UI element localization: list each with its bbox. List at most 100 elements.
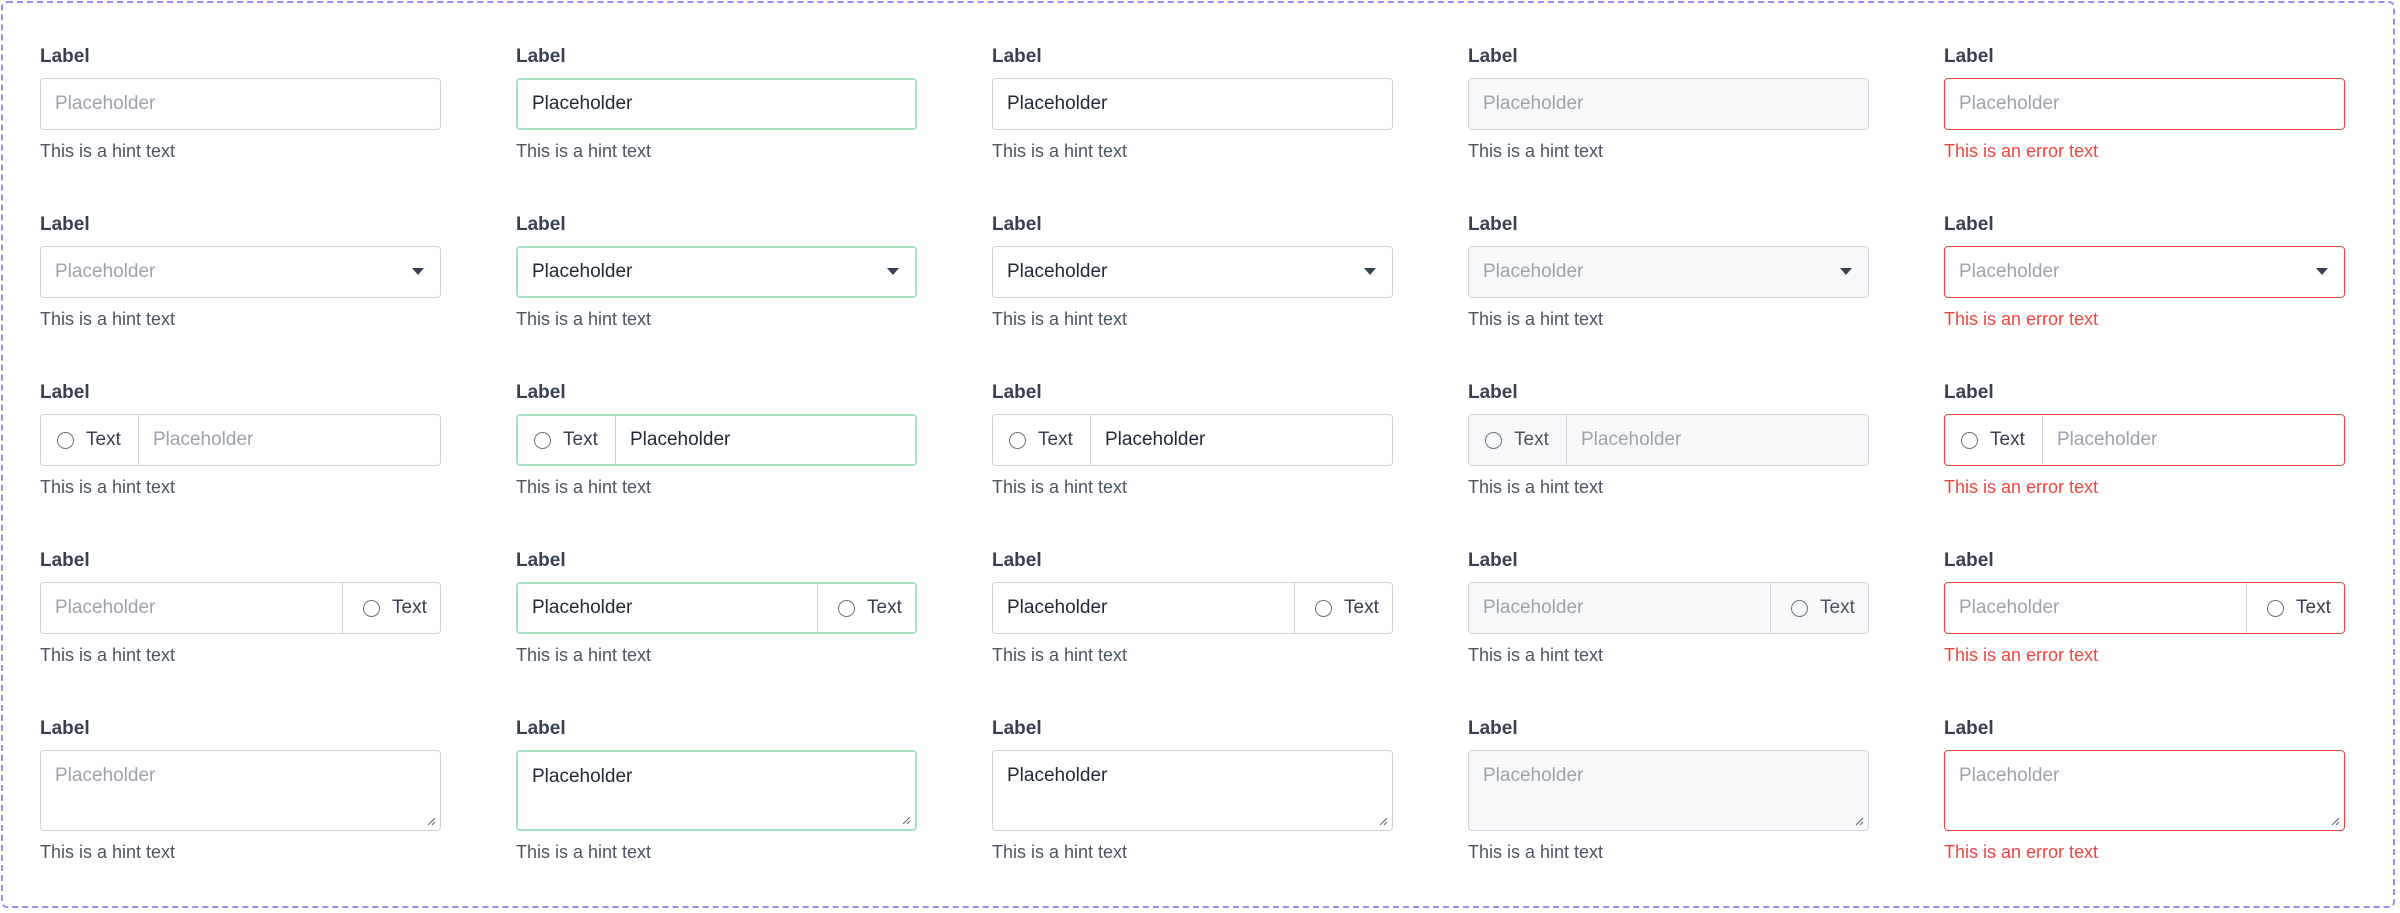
hint-text: This is a hint text: [1468, 141, 1604, 161]
select-error: Label Placeholder This is an error text: [1944, 210, 2345, 378]
input-placeholder[interactable]: Placeholder: [1091, 429, 1392, 451]
radio-icon: [838, 599, 855, 617]
resize-handle-icon[interactable]: [426, 816, 436, 826]
chevron-down-icon: [2316, 268, 2328, 275]
text-input-disabled: Label Placeholder This is a hint text: [1468, 42, 1869, 210]
leading-addon-default: Label Text Placeholder This is a hint te…: [40, 378, 441, 546]
leading-addon-error: Label Text Placeholder This is an error …: [1944, 378, 2345, 546]
input-placeholder: Placeholder: [532, 93, 633, 114]
hint-text: This is a hint text: [40, 141, 176, 161]
leading-radio-addon[interactable]: Text: [518, 416, 616, 464]
addon-label: Text: [563, 429, 598, 450]
addon-input: Text Placeholder: [992, 414, 1393, 466]
trailing-addon-focus: Label Placeholder Text This is a hint te…: [516, 546, 917, 714]
radio-icon: [2267, 599, 2284, 617]
select-input[interactable]: Placeholder: [40, 246, 441, 298]
select-input[interactable]: Placeholder: [992, 246, 1393, 298]
error-text: This is an error text: [1944, 477, 2099, 497]
text-input[interactable]: Placeholder: [516, 78, 917, 130]
textarea: Placeholder: [1468, 750, 1869, 831]
text-input[interactable]: Placeholder: [1944, 78, 2345, 130]
field-label: Label: [516, 382, 566, 403]
addon-label: Text: [392, 597, 427, 618]
text-input: Placeholder: [1468, 78, 1869, 130]
field-label: Label: [516, 718, 566, 739]
input-placeholder[interactable]: Placeholder: [616, 429, 915, 451]
field-label: Label: [40, 382, 90, 403]
textarea[interactable]: Placeholder: [516, 750, 917, 831]
trailing-radio-addon: Text: [1770, 583, 1868, 633]
textarea-disabled: Label Placeholder This is a hint text: [1468, 714, 1869, 882]
input-placeholder[interactable]: Placeholder: [993, 597, 1294, 619]
error-text: This is an error text: [1944, 309, 2099, 329]
input-placeholder: Placeholder: [55, 93, 156, 114]
hint-text: This is a hint text: [516, 842, 652, 862]
text-input-error: Label Placeholder This is an error text: [1944, 42, 2345, 210]
input-placeholder[interactable]: Placeholder: [1945, 597, 2246, 619]
trailing-radio-addon[interactable]: Text: [2246, 583, 2344, 633]
leading-radio-addon[interactable]: Text: [41, 415, 139, 465]
field-label: Label: [1468, 382, 1518, 403]
hint-text: This is a hint text: [992, 645, 1128, 665]
trailing-radio-addon[interactable]: Text: [1294, 583, 1392, 633]
text-input[interactable]: Placeholder: [40, 78, 441, 130]
textarea-default: Label Placeholder This is a hint text: [40, 714, 441, 882]
field-label: Label: [1468, 46, 1518, 67]
textarea[interactable]: Placeholder: [40, 750, 441, 831]
addon-label: Text: [1514, 429, 1549, 450]
text-input-focus: Label Placeholder This is a hint text: [516, 42, 917, 210]
leading-addon-focus: Label Text Placeholder This is a hint te…: [516, 378, 917, 546]
resize-handle-icon[interactable]: [2330, 816, 2340, 826]
input-field-grid: Label Placeholder This is a hint text La…: [40, 42, 2345, 882]
textarea-placeholder: Placeholder: [55, 765, 156, 786]
addon-input: Placeholder Text: [1944, 582, 2345, 634]
addon-label: Text: [2296, 597, 2331, 618]
addon-label: Text: [1344, 597, 1379, 618]
addon-label: Text: [1990, 429, 2025, 450]
resize-handle-icon[interactable]: [901, 815, 911, 825]
field-label: Label: [40, 46, 90, 67]
leading-addon-filled: Label Text Placeholder This is a hint te…: [992, 378, 1393, 546]
textarea[interactable]: Placeholder: [992, 750, 1393, 831]
radio-icon: [1961, 431, 1978, 449]
hint-text: This is a hint text: [40, 645, 176, 665]
input-placeholder[interactable]: Placeholder: [139, 429, 440, 451]
hint-text: This is a hint text: [516, 141, 652, 161]
field-label: Label: [1944, 214, 1994, 235]
hint-text: This is a hint text: [992, 842, 1128, 862]
text-input-filled: Label Placeholder This is a hint text: [992, 42, 1393, 210]
input-placeholder: Placeholder: [1007, 93, 1108, 114]
input-placeholder[interactable]: Placeholder: [2043, 429, 2344, 451]
select-input[interactable]: Placeholder: [1944, 246, 2345, 298]
addon-label: Text: [1820, 597, 1855, 618]
addon-input: Placeholder Text: [1468, 582, 1869, 634]
select-input[interactable]: Placeholder: [516, 246, 917, 298]
trailing-radio-addon[interactable]: Text: [342, 583, 440, 633]
hint-text: This is a hint text: [40, 477, 176, 497]
addon-input: Text Placeholder: [516, 414, 917, 466]
input-placeholder[interactable]: Placeholder: [41, 597, 342, 619]
input-placeholder[interactable]: Placeholder: [518, 597, 817, 619]
trailing-addon-disabled: Label Placeholder Text This is a hint te…: [1468, 546, 1869, 714]
resize-handle-icon[interactable]: [1378, 816, 1388, 826]
addon-label: Text: [867, 597, 902, 618]
select-placeholder: Placeholder: [1007, 261, 1108, 282]
leading-radio-addon[interactable]: Text: [1945, 415, 2043, 465]
textarea[interactable]: Placeholder: [1944, 750, 2345, 831]
hint-text: This is a hint text: [40, 309, 176, 329]
field-label: Label: [516, 550, 566, 571]
radio-icon: [1791, 599, 1808, 617]
field-label: Label: [40, 214, 90, 235]
field-label: Label: [1944, 550, 1994, 571]
field-label: Label: [1944, 718, 1994, 739]
select-focus: Label Placeholder This is a hint text: [516, 210, 917, 378]
leading-addon-disabled: Label Text Placeholder This is a hint te…: [1468, 378, 1869, 546]
trailing-radio-addon[interactable]: Text: [817, 584, 915, 632]
leading-radio-addon[interactable]: Text: [993, 415, 1091, 465]
hint-text: This is a hint text: [516, 477, 652, 497]
radio-icon: [534, 431, 551, 449]
hint-text: This is a hint text: [1468, 309, 1604, 329]
addon-input: Text Placeholder: [40, 414, 441, 466]
leading-radio-addon: Text: [1469, 415, 1567, 465]
text-input[interactable]: Placeholder: [992, 78, 1393, 130]
